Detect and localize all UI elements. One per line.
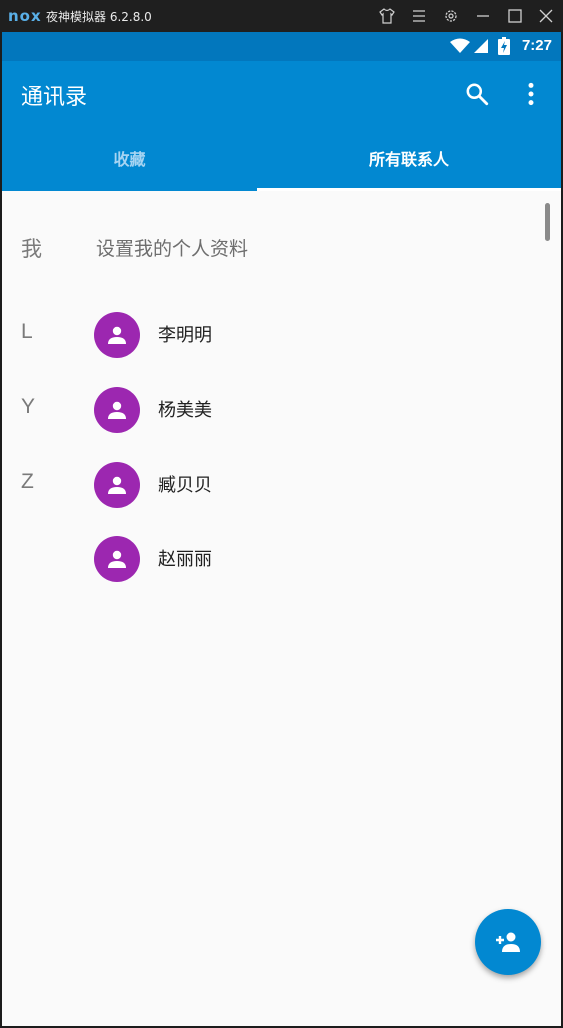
tab-all-contacts[interactable]: 所有联系人 bbox=[257, 125, 561, 191]
section-letter: L bbox=[21, 320, 33, 343]
contact-name: 李明明 bbox=[158, 325, 212, 346]
contact-list[interactable]: 我 设置我的个人资料 L 李明明 Y 杨美美 Z 臧贝贝 赵丽丽 bbox=[2, 191, 561, 1026]
avatar bbox=[94, 312, 140, 358]
search-icon[interactable] bbox=[464, 81, 490, 107]
minimize-icon[interactable] bbox=[474, 7, 492, 25]
add-person-icon bbox=[496, 932, 520, 952]
wifi-icon bbox=[450, 38, 470, 58]
app-bar: 通讯录 bbox=[2, 61, 561, 125]
avatar bbox=[94, 462, 140, 508]
avatar bbox=[94, 387, 140, 433]
person-icon bbox=[108, 550, 126, 568]
section-letter: Z bbox=[21, 470, 34, 493]
emulator-title: 夜神模拟器 6.2.8.0 bbox=[46, 10, 152, 24]
list-item[interactable]: Z 臧贝贝 bbox=[2, 456, 561, 516]
more-vert-icon[interactable] bbox=[518, 81, 544, 107]
status-time: 7:27 bbox=[521, 37, 552, 54]
section-letter: Y bbox=[21, 395, 36, 418]
signal-icon bbox=[473, 38, 489, 58]
status-bar: 7:27 bbox=[2, 32, 561, 61]
menu-icon[interactable] bbox=[410, 7, 428, 25]
contact-name: 臧贝贝 bbox=[158, 475, 212, 496]
battery-charging-icon bbox=[498, 37, 510, 59]
contact-name: 赵丽丽 bbox=[158, 549, 212, 570]
setup-profile-item[interactable]: 设置我的个人资料 bbox=[96, 234, 248, 261]
scrollbar[interactable] bbox=[545, 203, 550, 241]
gear-icon[interactable] bbox=[442, 7, 460, 25]
page-title: 通讯录 bbox=[21, 85, 88, 110]
nox-logo: nox bbox=[8, 7, 42, 25]
profile-section-letter: 我 bbox=[21, 237, 42, 261]
close-icon[interactable] bbox=[537, 7, 555, 25]
tab-bar: 收藏 所有联系人 bbox=[2, 125, 561, 191]
person-icon bbox=[108, 476, 126, 494]
contact-name: 杨美美 bbox=[158, 400, 212, 421]
tab-favorites[interactable]: 收藏 bbox=[2, 125, 257, 191]
emulator-title-bar: nox 夜神模拟器 6.2.8.0 bbox=[0, 0, 563, 32]
list-item[interactable]: Y 杨美美 bbox=[2, 381, 561, 441]
list-item[interactable]: L 李明明 bbox=[2, 306, 561, 366]
add-contact-button[interactable] bbox=[475, 909, 541, 975]
android-screen: 7:27 通讯录 收藏 所有联系人 我 设置我的个人资料 L 李明明 Y 杨美美… bbox=[2, 32, 561, 1026]
person-icon bbox=[108, 401, 126, 419]
maximize-icon[interactable] bbox=[506, 7, 524, 25]
list-item[interactable]: 赵丽丽 bbox=[2, 530, 561, 590]
person-icon bbox=[108, 326, 126, 344]
avatar bbox=[94, 536, 140, 582]
shirt-icon[interactable] bbox=[378, 7, 396, 25]
